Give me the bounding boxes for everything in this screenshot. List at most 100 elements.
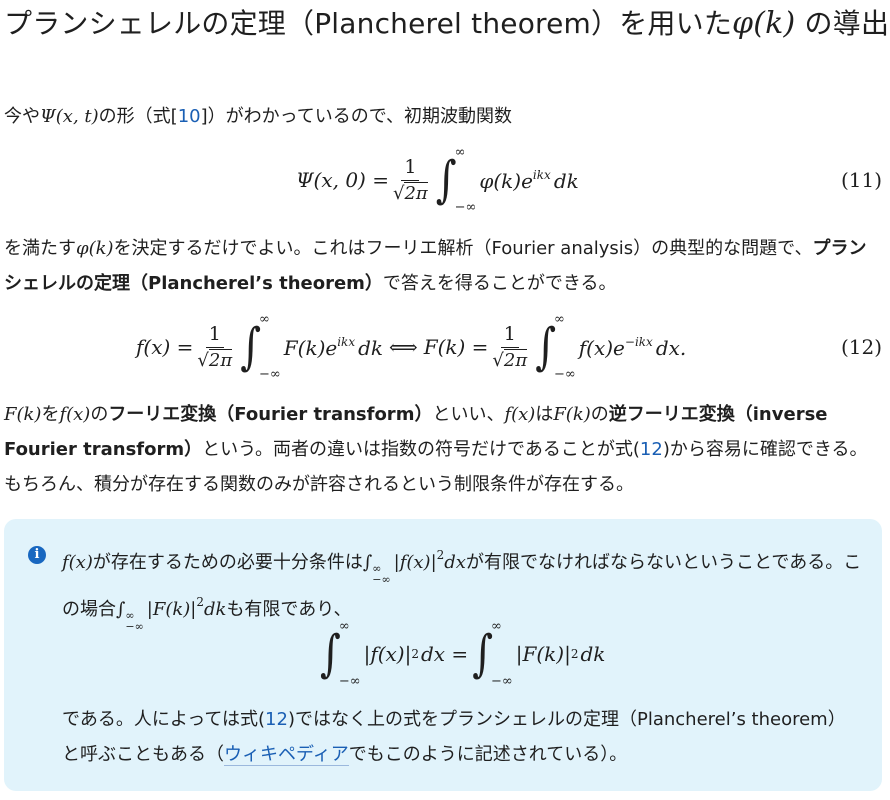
math-f-x: f(x) (59, 404, 91, 425)
integral-sign: ∫ (435, 151, 457, 209)
info-icon: i (28, 546, 46, 564)
eq11-integral: ∫ ∞ −∞ (435, 145, 477, 215)
text: といい、 (432, 404, 505, 425)
math-psi-xt: Ψ(x, t) (40, 106, 99, 127)
limits: ∞ −∞ (491, 619, 513, 689)
inline-integral: ∫ ∞ −∞ (362, 552, 394, 585)
square-exponent: 2 (570, 647, 579, 661)
square-exponent: 2 (411, 647, 419, 661)
numerator: 1 (205, 322, 224, 348)
info-text-note: である。人によっては式(12)ではなく上の式をプランシェレルの定理（Planch… (62, 702, 862, 772)
radicand: 2π (208, 348, 233, 371)
eq12-mid: F(k) = (423, 335, 489, 359)
equation-12: f(x) = 1 √2π ∫ ∞ −∞ F(k)eikx dk ⟺ F(k) = … (4, 312, 882, 382)
upper-limit: ∞ (454, 145, 466, 160)
exponent: ikx (532, 167, 551, 182)
iff-symbol: ⟺ (389, 335, 418, 359)
inline-limits: ∞ −∞ (372, 563, 390, 585)
text: は (535, 404, 554, 425)
upper-limit: ∞ (338, 619, 350, 634)
equation-number-11: (11) (840, 168, 882, 192)
eq11-numerator: 1 (401, 155, 420, 181)
exponent: ikx (337, 334, 356, 349)
lower-limit: −∞ (125, 620, 144, 633)
lower-limit: −∞ (372, 573, 391, 586)
info-callout: i f(x)が存在するための必要十分条件は∫ ∞ −∞ |f(x)|2dxが有限でなけ… (4, 519, 882, 791)
text: という。両者の違いは指数の符号だけであることが式( (202, 439, 640, 460)
page-title-text: プランシェレルの定理（Plancherel theorem）を用いた (4, 7, 733, 40)
differential: dx. (655, 335, 687, 360)
lower-limit: −∞ (338, 674, 361, 689)
inline-integral: ∫ ∞ −∞ (116, 599, 147, 632)
text: を決定するだけでよい。これはフーリエ解析（Fourier analysis）の典… (113, 238, 813, 259)
math-F-k: F(k) (553, 404, 591, 425)
lower-limit: −∞ (259, 367, 281, 382)
denominator: √2π (492, 348, 528, 371)
integrand: F(k)e (283, 335, 338, 360)
integral-sign: ∫ (535, 318, 557, 376)
paragraph-fourier-transform: F(k)をf(x)のフーリエ変換（Fourier transform）といい、f… (4, 397, 882, 502)
title-math-phi-k: φ(k) (732, 6, 796, 41)
eq11-fraction: 1 √2π (393, 155, 428, 206)
eq11-limits: ∞ −∞ (455, 145, 477, 215)
integral-left: ∫ ∞ −∞ (320, 619, 361, 689)
differential: dk (358, 335, 384, 360)
eq11-lhs: Ψ(x, 0) = (296, 168, 389, 192)
paragraph-fourier-analysis: を満たすφ(k)を決定するだけでよい。これはフーリエ解析（Fourier ana… (4, 231, 882, 301)
upper-limit: ∞ (491, 619, 502, 634)
integral-sign: ∫ (240, 318, 262, 376)
integral-sign: ∫ (320, 625, 341, 683)
eq12-fraction-right: 1 √2π (492, 322, 528, 373)
square-exponent: 2 (196, 595, 204, 609)
page-title: プランシェレルの定理（Plancherel theorem）を用いたφ(k) の… (4, 2, 889, 42)
page-title-suffix: の導出 (804, 7, 890, 40)
paragraph-intro: 今やΨ(x, t)の形（式[10]）がわかっているので、初期波動関数 (4, 99, 882, 134)
eq12-integrand-right: f(x)e−ikx dx. (579, 335, 687, 360)
eq12-lhs: f(x) = (136, 335, 194, 359)
wikipedia-link[interactable]: ウィキペディア (224, 744, 349, 766)
eq12-integral-left: ∫ ∞ −∞ (240, 312, 281, 382)
text: の (590, 404, 609, 425)
exponent: −ikx (624, 334, 653, 349)
integral-right: ∫ ∞ −∞ (472, 619, 513, 689)
lower-limit: −∞ (454, 200, 477, 215)
limits: ∞ −∞ (339, 619, 361, 689)
integral-sign: ∫ (362, 552, 373, 573)
denominator: √2π (197, 348, 233, 371)
inline-limits: ∞ −∞ (125, 610, 143, 632)
equation-ref-10[interactable]: 10 (178, 106, 201, 127)
eq12-integral-right: ∫ ∞ −∞ (535, 312, 576, 382)
integrand: φ(k)e (479, 168, 533, 193)
equation-ref-12[interactable]: 12 (265, 709, 288, 730)
differential-equals: dx = (420, 642, 469, 666)
integral-sign: ∫ (472, 625, 494, 683)
math-f-x: f(x) (62, 552, 93, 573)
math-F-k: F(k) (4, 404, 42, 425)
differential: dx (444, 552, 466, 573)
radicand: 2π (503, 348, 528, 371)
text: を (41, 404, 60, 425)
integrand: f(x)e (578, 335, 625, 360)
differential: dk (553, 168, 579, 193)
eq12-integrand-left: F(k)eikx dk (284, 335, 383, 360)
equation-11-body: Ψ(x, 0) = 1 √2π ∫ ∞ −∞ φ(k)eikx dk (296, 145, 579, 215)
text: の形（式[ (98, 106, 178, 127)
math-abs-F-k: |F(k)| (146, 599, 197, 620)
text: も有限であり、 (226, 599, 352, 620)
text: でもこのように記述されている）。 (348, 744, 628, 765)
eq12-fraction-left: 1 √2π (197, 322, 233, 373)
eq11-denominator: √2π (392, 181, 428, 204)
math-abs-f-x: |f(x)| (363, 642, 412, 666)
math-abs-F-k: |F(k)| (515, 642, 571, 666)
text: の (90, 404, 109, 425)
math-phi-k: φ(k) (76, 238, 114, 259)
equation-number-12: (12) (840, 335, 882, 359)
info-text-condition: f(x)が存在するための必要十分条件は∫ ∞ −∞ |f(x)|2dxが有限でなければ… (62, 538, 862, 632)
lower-limit: −∞ (554, 367, 576, 382)
equation-11: Ψ(x, 0) = 1 √2π ∫ ∞ −∞ φ(k)eikx dk (11) (4, 145, 882, 215)
info-equation: ∫ ∞ −∞ |f(x)| 2 dx = ∫ ∞ −∞ |F(k)| 2 dk (316, 619, 605, 689)
text: ]）がわかっているので、初期波動関数 (200, 106, 513, 127)
equation-ref-12[interactable]: 12 (640, 439, 663, 460)
lower-limit: −∞ (491, 674, 513, 689)
numerator: 1 (500, 322, 519, 348)
